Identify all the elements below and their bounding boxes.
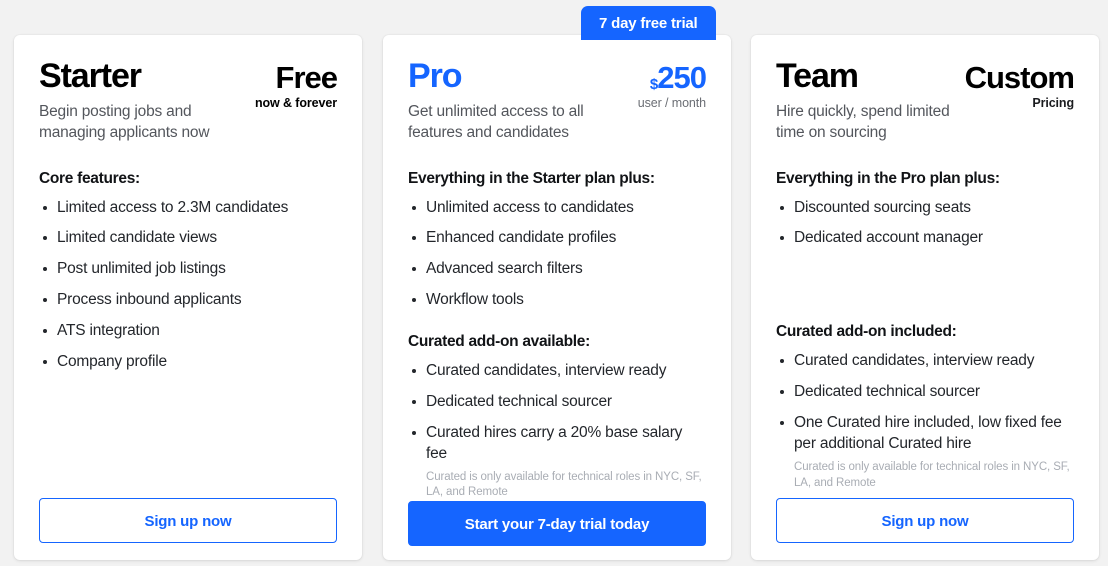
feature-group: Everything in the Starter plan plus: Unl… (408, 170, 706, 312)
plan-features-starter: Core features: Limited access to 2.3M ca… (39, 170, 337, 436)
feature-list: Unlimited access to candidates Enhanced … (408, 198, 706, 312)
feature-group-title: Curated add-on included: (776, 323, 957, 341)
plan-price-period-pro: user / month (637, 96, 706, 110)
feature-list: Curated candidates, interview ready Dedi… (776, 351, 1074, 455)
feature-group-title: Core features: (39, 169, 140, 187)
feature-item: Enhanced candidate profiles (408, 228, 706, 249)
plan-name-starter: Starter (39, 57, 142, 95)
feature-item: Workflow tools (408, 290, 706, 311)
pro-plan-trial-badge: 7 day free trial (581, 6, 716, 40)
feature-group: Core features: Limited access to 2.3M ca… (39, 170, 337, 374)
feature-item: Advanced search filters (408, 259, 706, 280)
plan-price-period-starter: now & forever (254, 96, 337, 110)
plan-identity-starter: Starter Begin posting jobs and managing … (39, 57, 254, 144)
layout-spacer (39, 436, 337, 498)
plan-price-starter: Free now & forever (254, 59, 338, 110)
plan-card-pro[interactable]: Pro Get unlimited access to all features… (383, 35, 731, 560)
currency-symbol: $ (649, 76, 658, 93)
feature-item: Curated candidates, interview ready (408, 361, 706, 382)
plan-price-amount-pro: $250 (638, 60, 707, 95)
feature-item: Discounted sourcing seats (776, 198, 1074, 219)
feature-item: Dedicated technical sourcer (408, 392, 706, 413)
plan-identity-pro: Pro Get unlimited access to all features… (408, 57, 623, 144)
plan-header-team: Team Hire quickly, spend limited time on… (776, 57, 1075, 144)
plan-name-team: Team (776, 57, 859, 95)
plan-price-amount-team: Custom (964, 60, 1075, 95)
feature-item: Process inbound applicants (39, 290, 337, 311)
feature-item: Curated candidates, interview ready (776, 351, 1074, 372)
feature-group-title: Everything in the Starter plan plus: (408, 169, 655, 187)
feature-list: Limited access to 2.3M candidates Limite… (39, 198, 337, 374)
feature-item: Unlimited access to candidates (408, 198, 706, 219)
plan-description-team: Hire quickly, spend limited time on sour… (776, 102, 950, 141)
feature-group-title: Curated add-on available: (408, 333, 590, 351)
plan-card-starter[interactable]: Starter Begin posting jobs and managing … (14, 35, 362, 560)
plan-price-pro: $250 user / month (637, 59, 707, 110)
feature-item: One Curated hire included, low fixed fee… (776, 413, 1074, 455)
feature-group-fineprint: Curated is only available for technical … (794, 461, 1070, 489)
feature-list: Discounted sourcing seats Dedicated acco… (776, 198, 1074, 250)
signup-button-starter[interactable]: Sign up now (39, 498, 337, 543)
plan-description-pro: Get unlimited access to all features and… (408, 102, 584, 141)
plan-description-starter: Begin posting jobs and managing applican… (39, 102, 210, 141)
plan-header-starter: Starter Begin posting jobs and managing … (39, 57, 338, 144)
pro-plan-trial-badge-label: 7 day free trial (599, 14, 698, 32)
plan-header-pro: Pro Get unlimited access to all features… (408, 57, 707, 144)
feature-item: Curated hires carry a 20% base salary fe… (408, 423, 706, 465)
plan-price-period-team: Pricing (1032, 96, 1074, 110)
feature-item: Dedicated account manager (776, 228, 1074, 249)
plan-price-amount-starter: Free (275, 60, 338, 95)
plan-identity-team: Team Hire quickly, spend limited time on… (776, 57, 965, 144)
feature-item: Company profile (39, 352, 337, 373)
pricing-plans-section: 7 day free trial Starter Begin posting j… (0, 0, 1108, 566)
start-trial-button-pro[interactable]: Start your 7-day trial today (408, 500, 706, 546)
feature-item: Dedicated technical sourcer (776, 382, 1074, 403)
plan-name-pro: Pro (408, 57, 462, 95)
feature-item: ATS integration (39, 321, 337, 342)
feature-group: Curated add-on included: Curated candida… (776, 323, 1074, 491)
feature-group-title: Everything in the Pro plan plus: (776, 169, 1000, 187)
plan-price-value-pro: 250 (657, 60, 707, 95)
feature-list: Curated candidates, interview ready Dedi… (408, 361, 706, 465)
plan-features-pro: Everything in the Starter plan plus: Unl… (408, 170, 706, 501)
plan-features-team: Everything in the Pro plan plus: Discoun… (776, 170, 1074, 495)
feature-group-fineprint: Curated is only available for technical … (426, 470, 702, 499)
feature-item: Post unlimited job listings (39, 259, 337, 280)
feature-item: Limited candidate views (39, 228, 337, 249)
plan-card-team[interactable]: Team Hire quickly, spend limited time on… (751, 35, 1099, 560)
feature-item: Limited access to 2.3M candidates (39, 198, 337, 219)
signup-button-team[interactable]: Sign up now (776, 498, 1074, 543)
feature-group: Curated add-on available: Curated candid… (408, 333, 706, 501)
feature-group: Everything in the Pro plan plus: Discoun… (776, 170, 1074, 250)
plan-price-team: Custom Pricing (964, 59, 1075, 110)
